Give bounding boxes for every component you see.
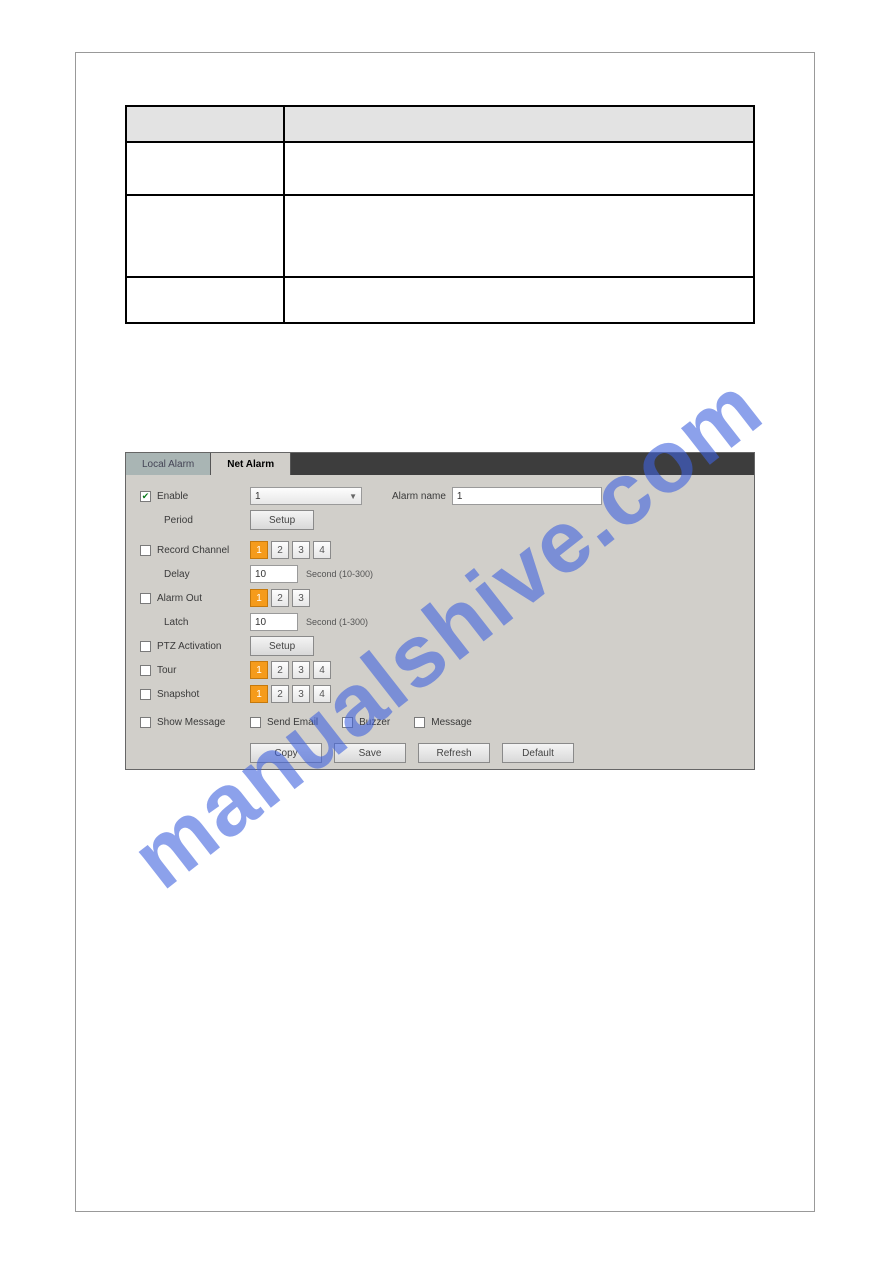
- refresh-button[interactable]: Refresh: [418, 743, 490, 763]
- save-button[interactable]: Save: [334, 743, 406, 763]
- alarm-name-input[interactable]: 1: [452, 487, 602, 505]
- delay-label: Delay: [164, 569, 190, 580]
- snapshot-checkbox[interactable]: [140, 689, 151, 700]
- net-alarm-panel: Local Alarm Net Alarm ✔ Enable 1 ▼ Alarm…: [125, 452, 755, 770]
- record-channel-1-button[interactable]: 1: [250, 541, 268, 559]
- table-cell: Snapshot: [126, 195, 284, 277]
- tour-4-button[interactable]: 4: [313, 661, 331, 679]
- tour-1-button[interactable]: 1: [250, 661, 268, 679]
- channel-select[interactable]: 1 ▼: [250, 487, 362, 505]
- table-header-parameter: Parameter: [126, 106, 284, 142]
- latch-value: 10: [255, 617, 266, 628]
- section-body: The network alarm interface is shown as …: [125, 380, 420, 394]
- ptz-setup-button[interactable]: Setup: [250, 636, 314, 656]
- latch-input[interactable]: 10: [250, 613, 298, 631]
- latch-hint: Second (1-300): [306, 617, 368, 627]
- section-intro: The network alarm interface is shown as …: [125, 380, 420, 394]
- record-channel-2-button[interactable]: 2: [271, 541, 289, 559]
- param-table: Parameter Function Email If you enabled …: [125, 105, 755, 324]
- delay-value: 10: [255, 569, 266, 580]
- tab-bar: Local Alarm Net Alarm: [126, 453, 754, 475]
- table-cell: If you enabled this function, System can…: [284, 142, 754, 195]
- tour-label: Tour: [157, 665, 176, 676]
- alarm-name-value: 1: [457, 491, 463, 502]
- ptz-checkbox[interactable]: [140, 641, 151, 652]
- period-setup-button[interactable]: Setup: [250, 510, 314, 530]
- channel-select-value: 1: [255, 491, 261, 502]
- enable-label: Enable: [157, 491, 188, 502]
- table-cell: Check the box here to enable this functi…: [284, 277, 754, 323]
- alarm-name-label: Alarm name: [392, 491, 446, 502]
- latch-label: Latch: [164, 617, 188, 628]
- table-header-function: Function: [284, 106, 754, 142]
- snapshot-1-button[interactable]: 1: [250, 685, 268, 703]
- snapshot-3-button[interactable]: 3: [292, 685, 310, 703]
- buzzer-checkbox[interactable]: [342, 717, 353, 728]
- period-label: Period: [164, 515, 193, 526]
- alarm-out-1-button[interactable]: 1: [250, 589, 268, 607]
- table-cell: Email: [126, 142, 284, 195]
- tour-2-button[interactable]: 2: [271, 661, 289, 679]
- show-message-label: Show Message: [157, 717, 225, 728]
- alarm-out-3-button[interactable]: 3: [292, 589, 310, 607]
- copy-button[interactable]: Copy: [250, 743, 322, 763]
- message-checkbox[interactable]: [414, 717, 425, 728]
- snapshot-label: Snapshot: [157, 689, 199, 700]
- snapshot-4-button[interactable]: 4: [313, 685, 331, 703]
- send-email-checkbox[interactable]: [250, 717, 261, 728]
- delay-input[interactable]: 10: [250, 565, 298, 583]
- message-label: Message: [431, 717, 472, 728]
- table-cell: Buzzer: [126, 277, 284, 323]
- record-channel-4-button[interactable]: 4: [313, 541, 331, 559]
- send-email-label: Send Email: [267, 717, 318, 728]
- tour-checkbox[interactable]: [140, 665, 151, 676]
- delay-hint: Second (10-300): [306, 569, 373, 579]
- alarm-out-2-button[interactable]: 2: [271, 589, 289, 607]
- snapshot-2-button[interactable]: 2: [271, 685, 289, 703]
- figure-label: Figure 5-45: [125, 790, 755, 802]
- record-channel-label: Record Channel: [157, 545, 229, 556]
- show-message-checkbox[interactable]: [140, 717, 151, 728]
- tour-3-button[interactable]: 3: [292, 661, 310, 679]
- chevron-down-icon: ▼: [349, 492, 357, 501]
- record-channel-3-button[interactable]: 3: [292, 541, 310, 559]
- ptz-label: PTZ Activation: [157, 641, 221, 652]
- enable-checkbox[interactable]: ✔: [140, 491, 151, 502]
- panel-body: ✔ Enable 1 ▼ Alarm name 1 Period Setup R…: [126, 475, 754, 773]
- record-channel-checkbox[interactable]: [140, 545, 151, 556]
- table-cell: You need to check the box here so that s…: [284, 195, 754, 277]
- buzzer-label: Buzzer: [359, 717, 390, 728]
- alarm-out-checkbox[interactable]: [140, 593, 151, 604]
- alarm-out-label: Alarm Out: [157, 593, 202, 604]
- tab-net-alarm[interactable]: Net Alarm: [211, 453, 291, 475]
- default-button[interactable]: Default: [502, 743, 574, 763]
- tab-local-alarm[interactable]: Local Alarm: [126, 453, 211, 475]
